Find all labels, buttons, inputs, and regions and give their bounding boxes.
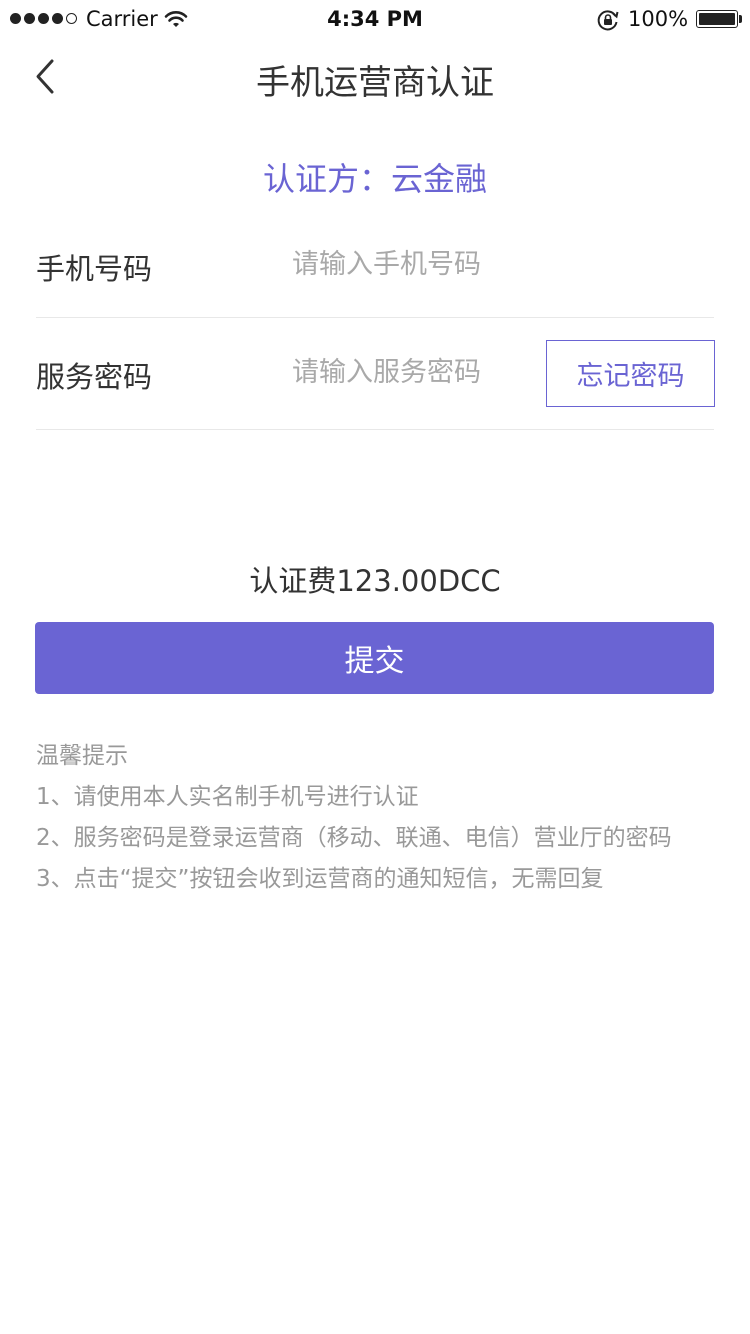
password-row: 服务密码 忘记密码 — [36, 318, 715, 430]
phone-row: 手机号码 — [36, 210, 714, 318]
rotation-lock-icon — [596, 8, 620, 36]
tip-item: 2、服务密码是登录运营商（移动、联通、电信）营业厅的密码 — [36, 825, 672, 851]
battery-percent: 100% — [628, 7, 689, 31]
status-bar: Carrier 4:34 PM 100% — [0, 0, 750, 40]
password-input[interactable] — [292, 352, 532, 392]
tips-section: 温馨提示 1、请使用本人实名制手机号进行认证 2、服务密码是登录运营商（移动、联… — [36, 739, 726, 903]
tips-title: 温馨提示 — [36, 743, 128, 769]
tip-item: 1、请使用本人实名制手机号进行认证 — [36, 784, 419, 810]
tip-item: 3、点击“提交”按钮会收到运营商的通知短信，无需回复 — [36, 866, 604, 892]
battery-icon — [696, 10, 738, 28]
battery-cap — [739, 15, 742, 23]
authenticator-label: 认证方：云金融 — [262, 160, 487, 198]
password-label: 服务密码 — [36, 360, 153, 394]
phone-label: 手机号码 — [36, 252, 153, 286]
phone-input[interactable] — [292, 244, 532, 284]
fee-text: 认证费123.00DCC — [249, 564, 501, 598]
submit-button[interactable]: 提交 — [35, 622, 714, 694]
forget-password-button[interactable]: 忘记密码 — [546, 340, 715, 407]
page-title: 手机运营商认证 — [256, 63, 494, 103]
